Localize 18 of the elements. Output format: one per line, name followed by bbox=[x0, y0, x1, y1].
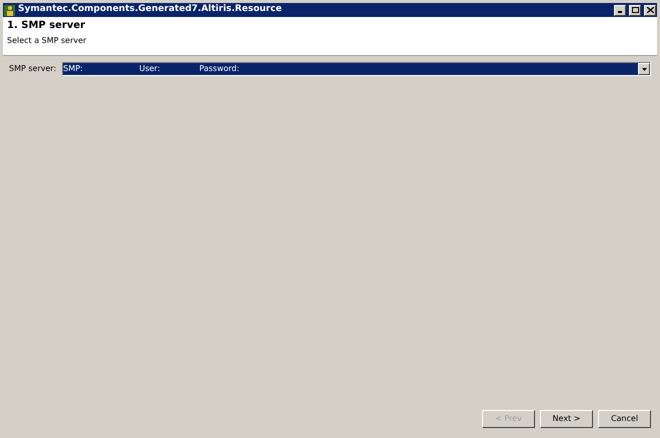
close-button[interactable] bbox=[644, 4, 656, 16]
step-title: 1. SMP server bbox=[7, 20, 86, 32]
wizard-button[interactable]: Next > bbox=[540, 410, 593, 428]
maximize-button[interactable] bbox=[629, 4, 641, 16]
minimize-button[interactable] bbox=[614, 4, 626, 16]
field-label: SMP server: bbox=[9, 63, 56, 75]
close-icon bbox=[646, 7, 654, 13]
column-label: SMP: bbox=[63, 63, 84, 75]
step-description: Select a SMP server bbox=[7, 36, 88, 46]
caret-icon bbox=[642, 68, 646, 70]
wizard-button[interactable]: Cancel bbox=[598, 410, 651, 428]
column-label: User: bbox=[139, 63, 162, 75]
app-icon bbox=[4, 4, 15, 16]
window-title: Symantec.Components.Generated7.Altiris.Resource bbox=[18, 3, 283, 16]
smp-server-dropdown[interactable]: SMP: User: Password: bbox=[62, 62, 651, 76]
dropdown-arrow-button[interactable] bbox=[638, 63, 650, 75]
column-label: Password: bbox=[199, 63, 240, 75]
maximize-icon bbox=[632, 7, 638, 13]
